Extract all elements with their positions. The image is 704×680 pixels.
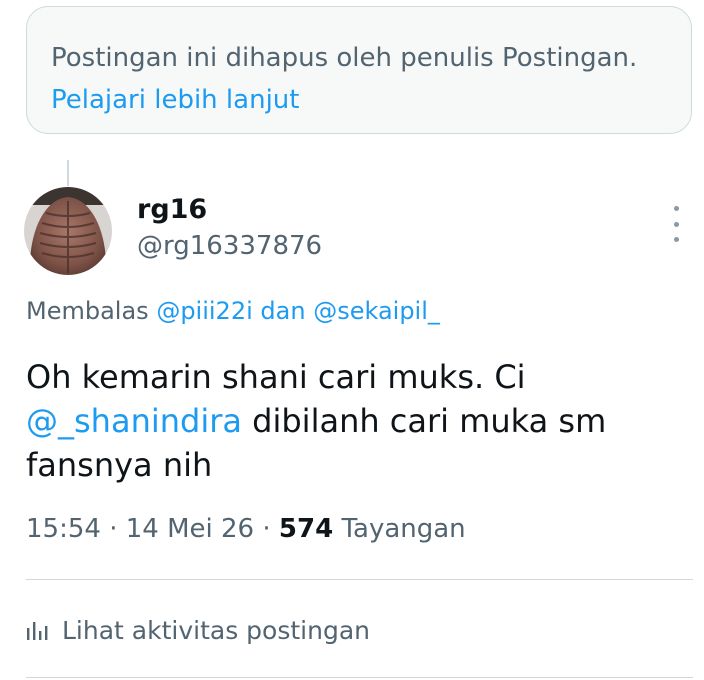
meta-separator: · bbox=[262, 514, 271, 544]
more-options-button[interactable] bbox=[664, 206, 688, 242]
reply-context: Membalas @piii22i dan @sekaipil_ bbox=[26, 297, 440, 325]
divider bbox=[26, 579, 693, 580]
tweet-text: Oh kemarin shani cari muks. Ci @_shanind… bbox=[26, 355, 686, 487]
deleted-notice-text: Postingan ini dihapus oleh penulis Posti… bbox=[51, 43, 638, 73]
tweet-time[interactable]: 15:54 bbox=[26, 514, 101, 544]
learn-more-link[interactable]: Pelajari lebih lanjut bbox=[51, 85, 299, 115]
meta-separator: · bbox=[109, 514, 118, 544]
tweet-date[interactable]: 14 Mei 26 bbox=[126, 514, 254, 544]
reply-conjunction[interactable]: dan bbox=[260, 297, 305, 325]
more-dot-icon bbox=[673, 221, 679, 227]
more-dot-icon bbox=[673, 237, 679, 242]
activity-label: Lihat aktivitas postingan bbox=[62, 615, 370, 645]
reply-mention-link[interactable]: @sekaipil_ bbox=[313, 297, 440, 325]
views-count: 574 bbox=[278, 514, 334, 544]
tweet-meta: 15:54 · 14 Mei 26 · 574 Tayangan bbox=[26, 514, 466, 544]
avatar-image bbox=[24, 187, 112, 275]
tweet-mention-link[interactable]: @_shanindira bbox=[26, 402, 242, 440]
more-dot-icon bbox=[673, 206, 679, 211]
views-label: Tayangan bbox=[341, 514, 466, 544]
author-handle[interactable]: @rg16337876 bbox=[137, 231, 322, 261]
author-display-name[interactable]: rg16 bbox=[137, 194, 207, 225]
view-post-activity-button[interactable]: Lihat aktivitas postingan bbox=[26, 610, 370, 650]
deleted-post-notice: Postingan ini dihapus oleh penulis Posti… bbox=[26, 6, 692, 134]
reply-prefix: Membalas bbox=[26, 297, 149, 325]
avatar[interactable] bbox=[24, 187, 112, 275]
analytics-bar-icon bbox=[26, 619, 50, 641]
thread-connector-line bbox=[67, 160, 69, 186]
divider bbox=[26, 677, 693, 678]
reply-mention-link[interactable]: @piii22i bbox=[156, 297, 252, 325]
tweet-text-part: Oh kemarin shani cari muks. Ci bbox=[26, 358, 526, 396]
